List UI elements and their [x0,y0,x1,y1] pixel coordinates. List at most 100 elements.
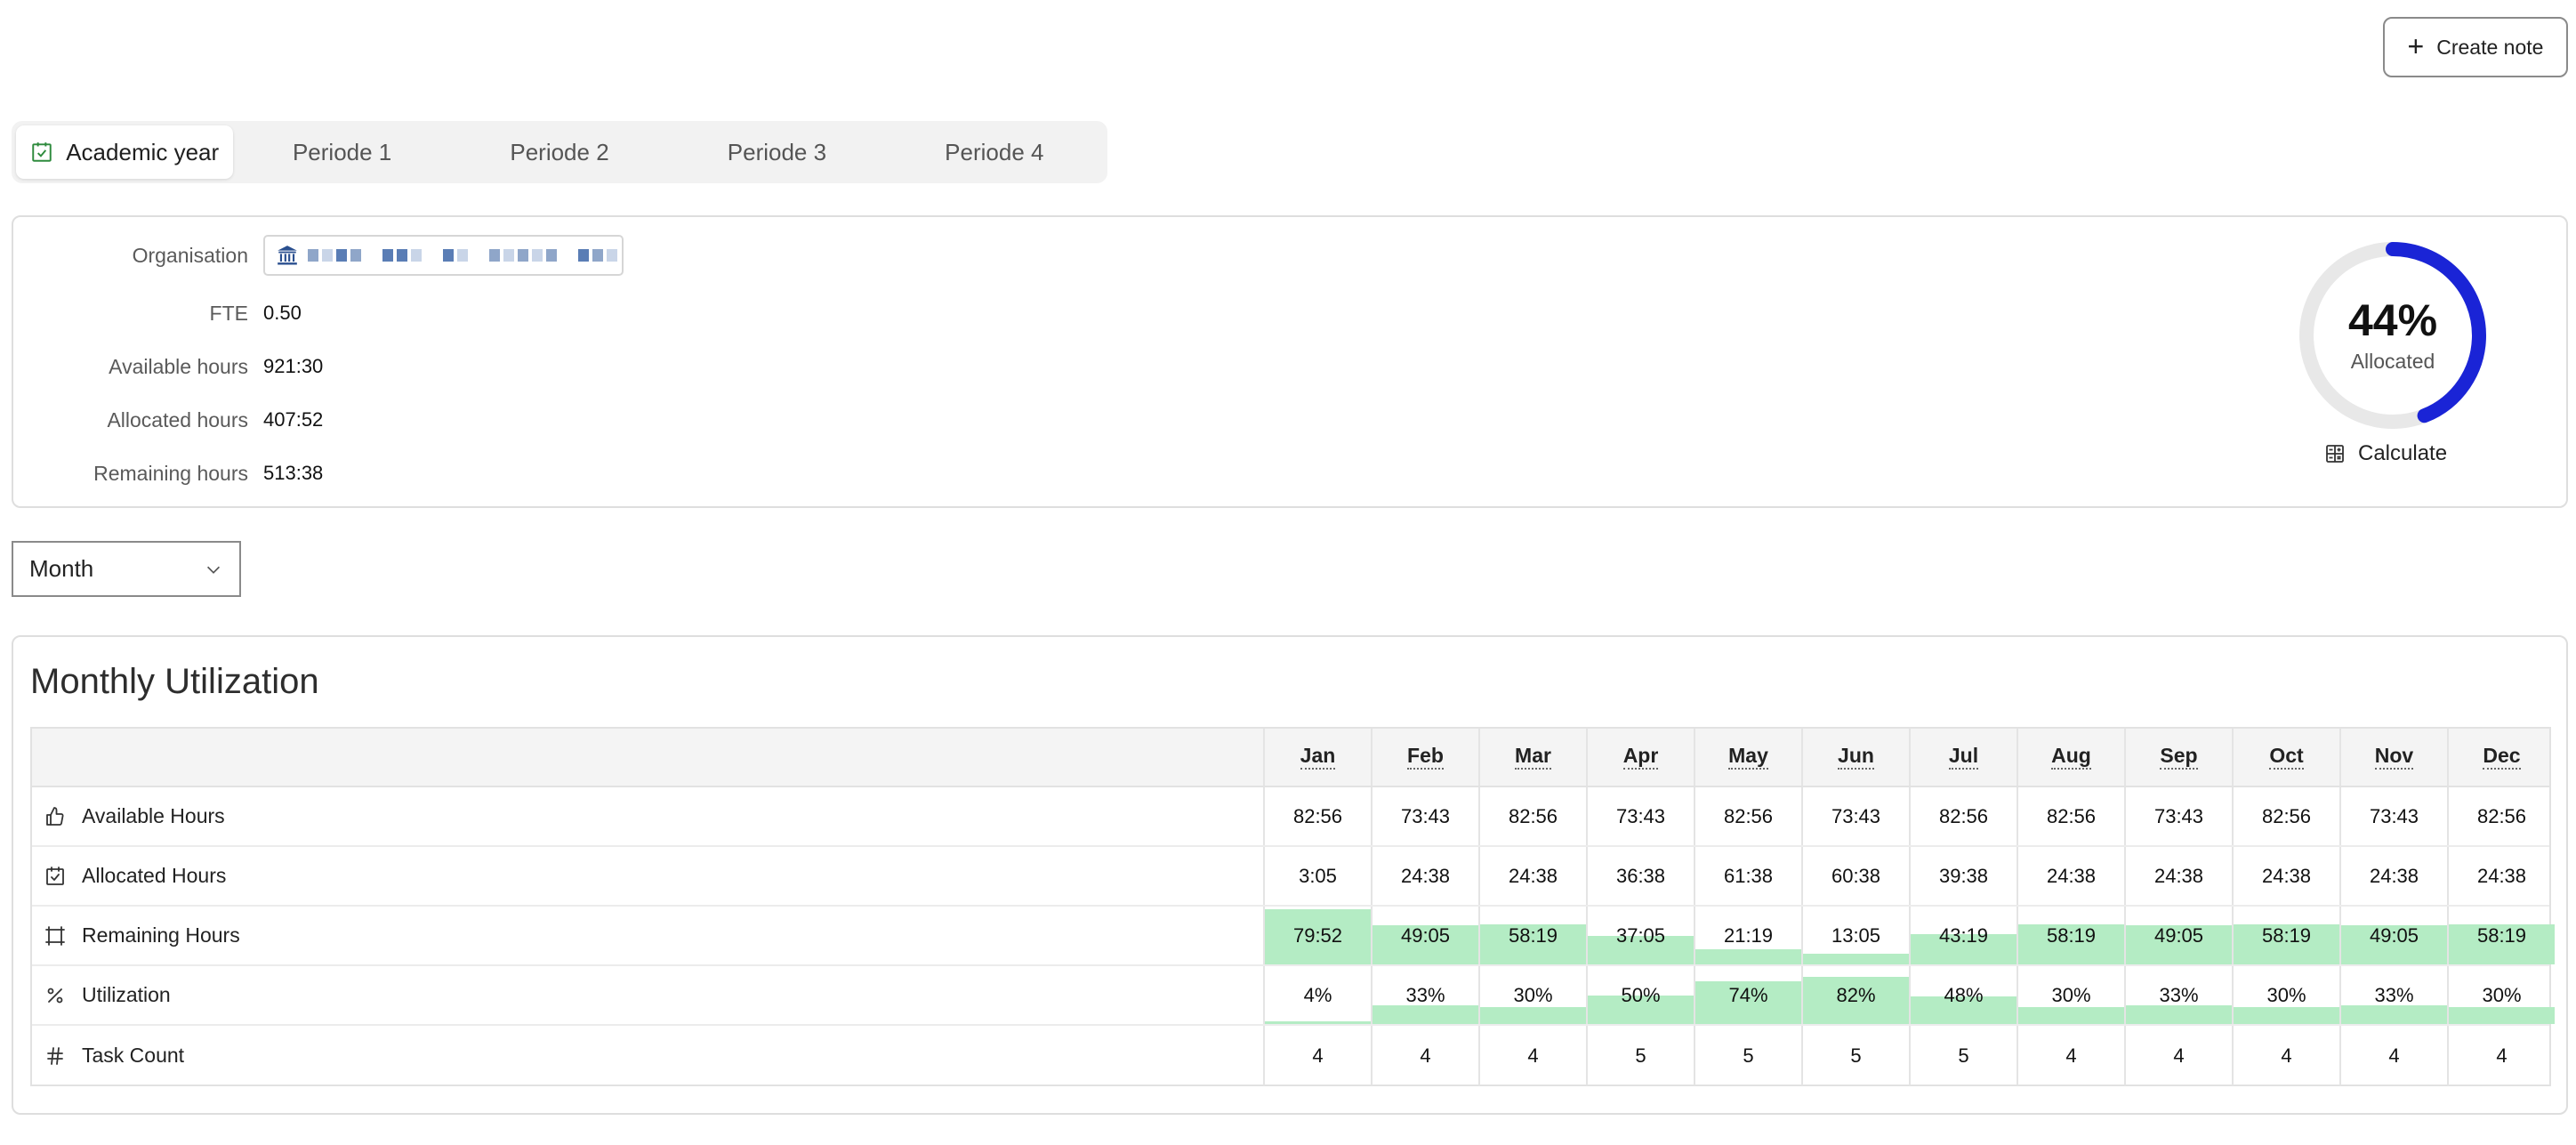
month-header-may[interactable]: May [1694,729,1801,786]
cell-value: 24:38 [2046,864,2097,887]
month-header-label: Mar [1515,744,1551,770]
allocated-hours-label: Allocated hours [107,407,248,431]
cell-value: 33% [2374,983,2414,1006]
cell-value: 73:43 [1615,804,1666,827]
tab-label: Periode 2 [510,138,609,165]
hash-icon [47,1046,63,1065]
tab-periode-2[interactable]: Periode 2 [451,125,668,179]
cell-value: 82:56 [1508,804,1558,827]
cell-value: 79:52 [1292,923,1343,947]
allocation-percent: 44% [2347,295,2438,346]
organisation-field[interactable] [263,235,624,276]
cell-aug: 30% [2017,966,2124,1024]
tab-periode-4[interactable]: Periode 4 [886,125,1103,179]
cell-jan: 3:05 [1263,847,1371,905]
month-header-jul[interactable]: Jul [1909,729,2017,786]
fte-row: FTE 0.50 [13,295,302,331]
month-header-mar[interactable]: Mar [1478,729,1586,786]
row-label: Remaining Hours [44,907,240,964]
cell-may: 82:56 [1694,787,1801,845]
utilization-table: Jan Feb Mar Apr May Jun Jul Aug Sep Oct Nov Dec Ava… [30,727,2555,1086]
calendar-check-icon [46,866,64,885]
month-header-label: Sep [2160,744,2198,770]
cell-fill-bar [1373,1004,1478,1024]
row-label-text: Utilization [82,983,171,1006]
month-header-apr[interactable]: Apr [1586,729,1694,786]
row-label-text: Available Hours [82,804,225,827]
cell-value: 24:38 [2369,864,2419,887]
cell-mar: 82:56 [1478,787,1586,845]
redacted-organisation-name [308,249,617,262]
cell-fill-bar [2018,1006,2124,1024]
calculate-button[interactable]: Calculate [2324,441,2447,466]
available-hours-value: 921:30 [263,355,324,377]
cell-feb: 33% [1371,966,1478,1024]
cell-value: 24:38 [1508,864,1558,887]
cell-value: 82:56 [1938,804,1989,827]
month-header-jan[interactable]: Jan [1263,729,1371,786]
month-header-dec[interactable]: Dec [2447,729,2555,786]
cell-fill-bar [2341,1004,2447,1024]
row-label: Allocated Hours [44,847,226,905]
cell-value: 4 [1312,1044,1324,1067]
cell-value: 21:19 [1723,923,1774,947]
tab-periode-3[interactable]: Periode 3 [668,125,885,179]
cell-value: 50% [1621,983,1661,1006]
cell-mar: 4 [1478,1026,1586,1085]
available-hours-row: Available hours 921:30 [13,349,323,384]
cell-aug: 58:19 [2017,907,2124,964]
employee-hours-card: Organisation FTE 0.50 Available hours 92… [12,215,2568,508]
row-label-text: Task Count [82,1044,185,1067]
month-header-label: Apr [1622,744,1659,770]
cell-dec: 82:56 [2447,787,2555,845]
cell-value: 73:43 [2153,804,2204,827]
cell-value: 43:19 [1938,923,1989,947]
month-header-jun[interactable]: Jun [1801,729,1909,786]
cell-may: 21:19 [1694,907,1801,964]
cell-value: 82% [1836,983,1876,1006]
cell-value: 4% [1303,983,1332,1006]
cell-fill-bar [2234,1006,2339,1024]
month-header-nov[interactable]: Nov [2339,729,2447,786]
month-header-label: Jul [1948,744,1979,770]
cell-nov: 24:38 [2339,847,2447,905]
cell-feb: 24:38 [1371,847,1478,905]
remaining-hours-row: Remaining hours 513:38 [13,456,323,491]
cell-value: 4 [2388,1044,2400,1067]
cell-value: 82:56 [2476,804,2527,827]
month-header-aug[interactable]: Aug [2017,729,2124,786]
cell-may: 61:38 [1694,847,1801,905]
create-note-button[interactable]: + Create note [2383,17,2568,77]
month-header-label: Jan [1300,744,1336,770]
month-header-label: Feb [1407,744,1444,770]
cell-fill-bar [2449,1006,2555,1024]
chevron-down-icon [206,566,221,574]
cell-nov: 33% [2339,966,2447,1024]
cell-value: 58:19 [2476,923,2527,947]
table-row-remaining-hours: Remaining Hours 79:52 49:05 58:19 37:05 21:19… [32,907,2555,966]
cell-mar: 30% [1478,966,1586,1024]
cell-jul: 48% [1909,966,2017,1024]
tab-periode-1[interactable]: Periode 1 [233,125,450,179]
row-label-text: Allocated Hours [82,864,227,887]
month-header-label: Nov [2374,744,2414,770]
cell-value: 82:56 [1292,804,1343,827]
cell-nov: 4 [2339,1026,2447,1085]
cell-value: 37:05 [1615,923,1666,947]
cell-value: 5 [1743,1044,1754,1067]
cell-aug: 4 [2017,1026,2124,1085]
cell-value: 24:38 [2153,864,2204,887]
month-header-feb[interactable]: Feb [1371,729,1478,786]
cell-value: 5 [1958,1044,1969,1067]
cell-value: 33% [2159,983,2199,1006]
cell-oct: 4 [2232,1026,2339,1085]
cell-mar: 24:38 [1478,847,1586,905]
tab-academic-year[interactable]: Academic year [16,125,234,179]
month-header-oct[interactable]: Oct [2232,729,2339,786]
cell-jan: 4% [1263,966,1371,1024]
cell-fill-bar [1480,1006,1586,1024]
cell-nov: 49:05 [2339,907,2447,964]
granularity-select[interactable]: Month [12,541,241,597]
month-header-sep[interactable]: Sep [2124,729,2232,786]
cell-value: 30% [2482,983,2522,1006]
